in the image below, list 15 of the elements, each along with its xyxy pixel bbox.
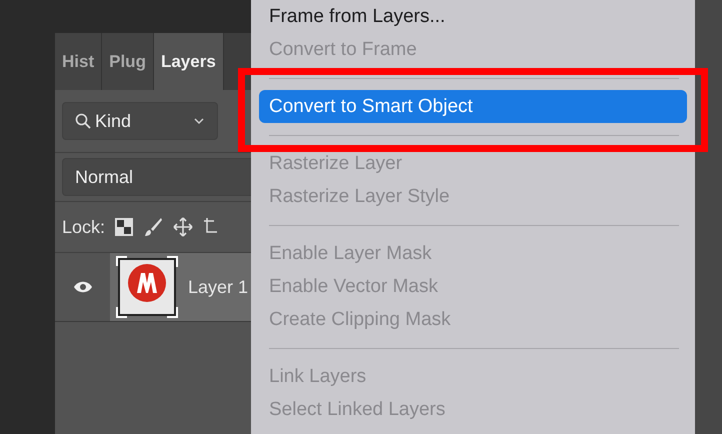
filter-dropdown[interactable]: Kind bbox=[62, 102, 218, 140]
search-icon bbox=[75, 113, 91, 129]
eye-icon[interactable] bbox=[72, 281, 92, 293]
brush-icon[interactable] bbox=[143, 217, 164, 237]
menu-item[interactable]: Convert to Smart Object bbox=[259, 90, 687, 123]
layer-name: Layer 1 bbox=[188, 276, 248, 298]
panel-tab[interactable]: Plug bbox=[102, 33, 154, 90]
menu-item[interactable]: Frame from Layers... bbox=[259, 0, 687, 33]
move-icon[interactable] bbox=[173, 217, 194, 237]
chevron-down-icon bbox=[193, 117, 205, 125]
panel-tab[interactable]: Layers bbox=[154, 33, 224, 90]
checkerboard-icon[interactable] bbox=[115, 218, 134, 236]
lock-label: Lock: bbox=[62, 216, 106, 238]
layer-thumbnail bbox=[116, 256, 178, 318]
panel-tab[interactable]: Hist bbox=[55, 33, 102, 90]
